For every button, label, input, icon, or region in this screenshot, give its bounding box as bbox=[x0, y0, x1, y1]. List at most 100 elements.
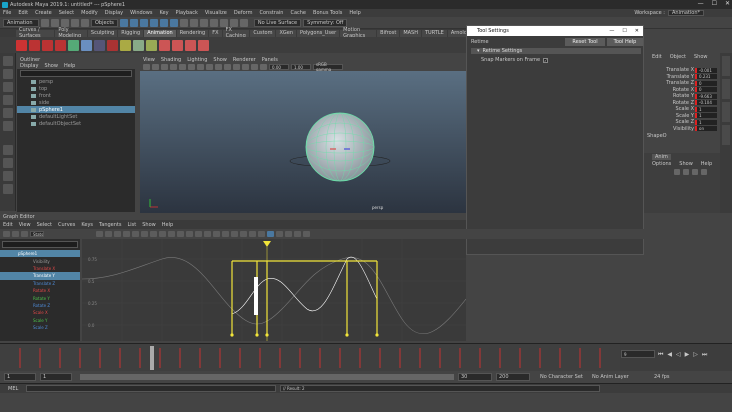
shelf-tab-sculpting[interactable]: Sculpting bbox=[87, 29, 118, 37]
exposure-field[interactable]: 0.00 bbox=[269, 64, 289, 70]
reset-tool-button[interactable]: Reset Tool bbox=[565, 38, 605, 46]
shelf-tab-motion-graphics[interactable]: Motion Graphics bbox=[340, 27, 377, 39]
key-rotate-icon[interactable] bbox=[42, 39, 53, 51]
shelf-tab-xgen[interactable]: XGen bbox=[276, 29, 297, 37]
shelf-tab-poly-modeling[interactable]: Poly Modeling bbox=[55, 27, 87, 39]
outliner-layout-icon[interactable] bbox=[2, 184, 13, 194]
layer-move-up-icon[interactable] bbox=[674, 169, 680, 175]
layer-move-down-icon[interactable] bbox=[683, 169, 689, 175]
denormalize-icon[interactable] bbox=[258, 231, 265, 237]
menu-cache[interactable]: Cache bbox=[290, 10, 306, 16]
outliner-menu-display[interactable]: Display bbox=[20, 63, 38, 69]
layer-tab-anim[interactable]: Anim bbox=[652, 153, 671, 160]
graph-channel-item[interactable]: Scale Y bbox=[0, 317, 80, 324]
graph-menu-view[interactable]: View bbox=[19, 222, 31, 228]
shelf-tab-rigging[interactable]: Rigging bbox=[118, 29, 144, 37]
menu-set-dropdown[interactable]: Animation bbox=[3, 18, 39, 27]
go-to-end-icon[interactable]: ⏭ bbox=[702, 351, 707, 359]
graph-channel-item[interactable]: Translate X bbox=[0, 265, 80, 272]
menu-visualize[interactable]: Visualize bbox=[205, 10, 227, 16]
graph-view[interactable]: 0.75 0.5 0.25 0.0 bbox=[81, 239, 467, 341]
scale-tool-icon[interactable] bbox=[2, 121, 13, 131]
constraint-parent-icon[interactable] bbox=[159, 39, 170, 51]
isolate-select-icon[interactable] bbox=[251, 64, 258, 70]
new-layer-icon[interactable] bbox=[692, 169, 698, 175]
normalize-icon[interactable] bbox=[249, 231, 256, 237]
graph-channel-item[interactable]: Rotate X bbox=[0, 287, 80, 294]
shelf-tab-fx[interactable]: FX bbox=[209, 29, 222, 37]
dope-sheet-toggle-icon[interactable] bbox=[294, 231, 301, 237]
snap-plane-icon[interactable] bbox=[209, 18, 218, 27]
step-tangent-icon[interactable] bbox=[177, 231, 184, 237]
modeling-toolkit-side-tab[interactable] bbox=[722, 102, 730, 122]
tool-settings-side-tab[interactable] bbox=[722, 125, 730, 145]
rotate-tool-icon[interactable] bbox=[2, 108, 13, 118]
outliner-item[interactable]: front bbox=[17, 92, 135, 99]
channel-value-field[interactable]: -9.663 bbox=[695, 93, 717, 99]
select-tool-icon[interactable] bbox=[2, 56, 13, 66]
graph-channel-item[interactable]: Scale Z bbox=[0, 324, 80, 331]
start-time-field[interactable]: 1 bbox=[4, 373, 36, 381]
add-key-icon[interactable] bbox=[21, 231, 28, 237]
lasso-tool-icon[interactable] bbox=[2, 69, 13, 79]
clamped-tangent-icon[interactable] bbox=[150, 231, 157, 237]
select-face-icon[interactable] bbox=[169, 18, 178, 27]
shelf-tab-mash[interactable]: MASH bbox=[400, 29, 421, 37]
channel-value-field[interactable]: 1 bbox=[695, 113, 717, 119]
workspace-dropdown[interactable]: Animation* bbox=[668, 10, 704, 16]
snap-grid-icon[interactable] bbox=[179, 18, 188, 27]
key-translate-icon[interactable] bbox=[29, 39, 40, 51]
graph-channel-item[interactable]: Rotate Z bbox=[0, 302, 80, 309]
frame-all-icon[interactable] bbox=[96, 231, 103, 237]
shelf-tab-turtle[interactable]: TURTLE bbox=[421, 29, 447, 37]
graph-editor-search-input[interactable] bbox=[2, 241, 78, 248]
menu-windows[interactable]: Windows bbox=[130, 10, 152, 16]
select-object-icon[interactable] bbox=[129, 18, 138, 27]
step-forward-icon[interactable]: ▷ bbox=[693, 351, 698, 359]
play-forward-icon[interactable]: ▶ bbox=[685, 351, 690, 359]
retime-settings-section[interactable]: ▾ Retime Settings bbox=[471, 48, 641, 54]
retime-handles[interactable] bbox=[230, 333, 379, 337]
channel-row[interactable]: Visibility on bbox=[644, 126, 720, 133]
viewport-menu-panels[interactable]: Panels bbox=[262, 57, 278, 63]
insert-key-icon[interactable] bbox=[12, 231, 19, 237]
motion-path-icon[interactable] bbox=[68, 39, 79, 51]
workspace-selector[interactable]: Workspace : Animation* bbox=[634, 10, 704, 16]
render-icon[interactable] bbox=[219, 18, 228, 27]
script-language-label[interactable]: MEL bbox=[8, 386, 18, 392]
select-edge-icon[interactable] bbox=[159, 18, 168, 27]
channel-menu-object[interactable]: Object bbox=[670, 54, 686, 60]
outliner-menu-show[interactable]: Show bbox=[44, 63, 58, 69]
lights-icon[interactable] bbox=[233, 64, 240, 70]
selected-curve[interactable] bbox=[231, 256, 378, 315]
channel-value-field[interactable]: 0 bbox=[695, 87, 717, 93]
viewport-menu-view[interactable]: View bbox=[143, 57, 155, 63]
tool-help-button[interactable]: Tool Help bbox=[607, 38, 643, 46]
spline-tangent-icon[interactable] bbox=[141, 231, 148, 237]
graph-menu-help[interactable]: Help bbox=[162, 222, 173, 228]
shelf-tab-polygons-user[interactable]: Polygons_User bbox=[297, 29, 340, 37]
undo-icon[interactable] bbox=[71, 18, 79, 27]
end-time-field[interactable]: 200 bbox=[496, 373, 530, 381]
outliner-item[interactable]: persp bbox=[17, 78, 135, 85]
redo-icon[interactable] bbox=[81, 18, 89, 27]
new-scene-icon[interactable] bbox=[41, 18, 49, 27]
graph-editor-shelf-icon[interactable] bbox=[120, 39, 131, 51]
channel-value-field[interactable]: -0.001 bbox=[695, 67, 717, 73]
menu-help[interactable]: Help bbox=[349, 10, 360, 16]
outliner-item[interactable]: side bbox=[17, 99, 135, 106]
close-icon[interactable]: ✕ bbox=[725, 0, 730, 7]
film-gate-icon[interactable] bbox=[188, 64, 195, 70]
graph-channel-item[interactable]: Rotate Y bbox=[0, 294, 80, 301]
graph-menu-edit[interactable]: Edit bbox=[3, 222, 13, 228]
break-tangent-icon[interactable] bbox=[195, 231, 202, 237]
play-back-icon[interactable]: ◁ bbox=[676, 351, 681, 359]
new-layer-selected-icon[interactable] bbox=[701, 169, 707, 175]
ghost-icon[interactable] bbox=[81, 39, 92, 51]
color-space-dropdown[interactable]: sRGB gamma bbox=[313, 62, 343, 72]
single-pane-layout-icon[interactable] bbox=[2, 145, 13, 155]
playblast-icon[interactable] bbox=[94, 39, 105, 51]
stats-field[interactable]: Stats bbox=[30, 231, 44, 237]
command-input[interactable] bbox=[26, 385, 276, 392]
menu-modify[interactable]: Modify bbox=[81, 10, 98, 16]
